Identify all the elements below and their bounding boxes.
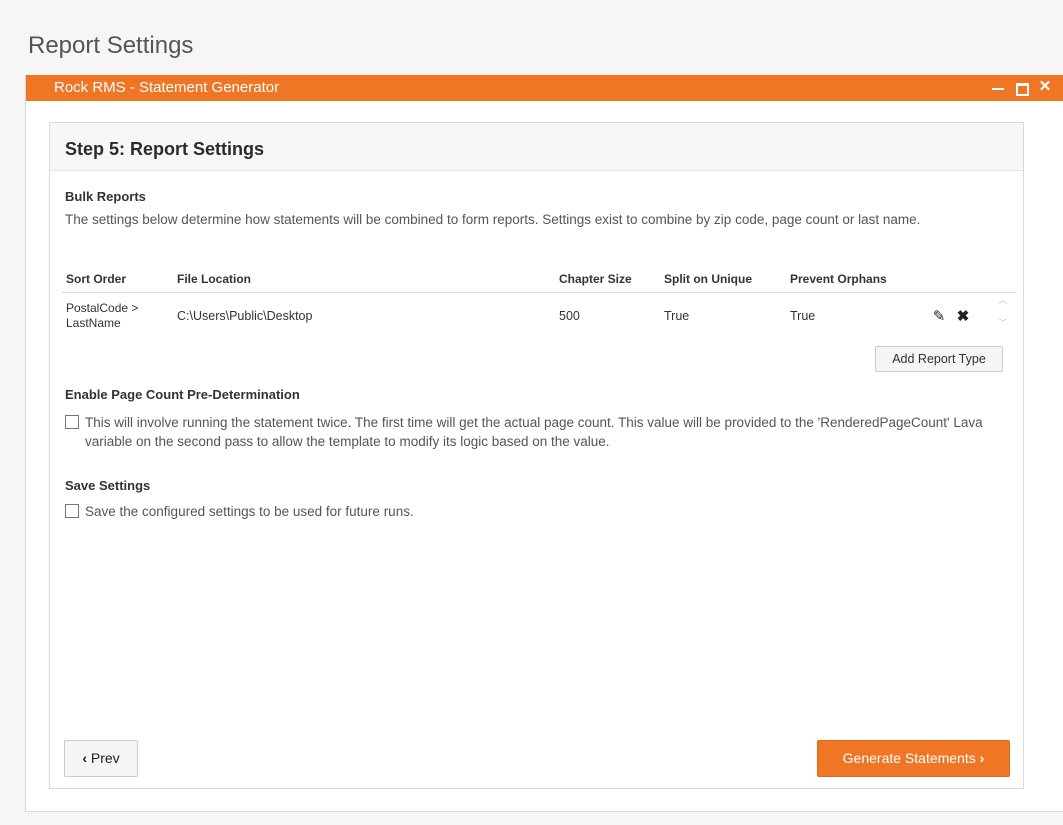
sort-order-line1: PostalCode > xyxy=(66,301,139,315)
page-title: Report Settings xyxy=(28,32,194,59)
generate-statements-button[interactable]: Generate Statements › xyxy=(817,740,1010,777)
page-count-checkbox-row[interactable]: This will involve running the statement … xyxy=(65,413,985,451)
save-settings-label: Save Settings xyxy=(65,478,151,493)
chevron-right-icon: › xyxy=(979,750,985,766)
generate-button-label: Generate Statements xyxy=(842,750,976,766)
report-types-table: Sort Order File Location Chapter Size Sp… xyxy=(62,265,1017,339)
cell-prevent-orphans: True xyxy=(790,309,816,323)
prev-button-label: Prev xyxy=(90,750,120,766)
scroll-down-icon[interactable]: ﹀ xyxy=(996,316,1010,329)
cell-file-location: C:\Users\Public\Desktop xyxy=(177,309,313,323)
prev-button[interactable]: ‹ Prev xyxy=(64,740,138,777)
step-title: Step 5: Report Settings xyxy=(50,123,1023,171)
column-header-file-location: File Location xyxy=(173,265,555,293)
save-settings-checkbox[interactable] xyxy=(65,504,79,518)
cell-split-on-unique: True xyxy=(664,309,690,323)
window-titlebar[interactable]: Rock RMS - Statement Generator ✕ xyxy=(26,75,1063,101)
table-header-row: Sort Order File Location Chapter Size Sp… xyxy=(62,265,1017,293)
delete-x-icon[interactable]: ✖ xyxy=(954,307,972,325)
cell-chapter-size: 500 xyxy=(559,309,580,323)
chevron-left-icon: ‹ xyxy=(82,750,87,766)
column-header-actions xyxy=(926,265,1017,293)
minimize-icon[interactable] xyxy=(989,77,1007,99)
maximize-icon[interactable] xyxy=(1013,77,1031,99)
close-icon[interactable]: ✕ xyxy=(1036,77,1054,99)
page-count-checkbox[interactable] xyxy=(65,415,79,429)
column-header-sort-order: Sort Order xyxy=(62,265,173,293)
step-panel: Step 5: Report Settings Bulk Reports The… xyxy=(49,122,1024,789)
bulk-reports-label: Bulk Reports xyxy=(65,189,146,204)
table-scrollbar[interactable]: ︿ ﹀ xyxy=(996,293,1010,333)
bulk-reports-description: The settings below determine how stateme… xyxy=(65,212,921,227)
sort-order-line2: LastName xyxy=(66,316,121,330)
column-header-chapter-size: Chapter Size xyxy=(555,265,660,293)
save-settings-checkbox-row[interactable]: Save the configured settings to be used … xyxy=(65,502,985,521)
statement-generator-window: Rock RMS - Statement Generator ✕ Step 5:… xyxy=(25,75,1063,812)
page-count-label: Enable Page Count Pre-Determination xyxy=(65,387,300,402)
table-row: PostalCode > LastName C:\Users\Public\De… xyxy=(62,293,1017,340)
save-settings-checkbox-text: Save the configured settings to be used … xyxy=(85,504,414,519)
page-count-checkbox-text: This will involve running the statement … xyxy=(85,415,983,449)
add-report-type-button[interactable]: Add Report Type xyxy=(875,346,1003,372)
window-title: Rock RMS - Statement Generator xyxy=(54,79,280,96)
edit-pencil-icon[interactable]: ✎ xyxy=(930,307,948,325)
scroll-up-icon[interactable]: ︿ xyxy=(996,293,1010,306)
cell-sort-order: PostalCode > LastName xyxy=(62,293,173,340)
column-header-split-on-unique: Split on Unique xyxy=(660,265,786,293)
column-header-prevent-orphans: Prevent Orphans xyxy=(786,265,926,293)
